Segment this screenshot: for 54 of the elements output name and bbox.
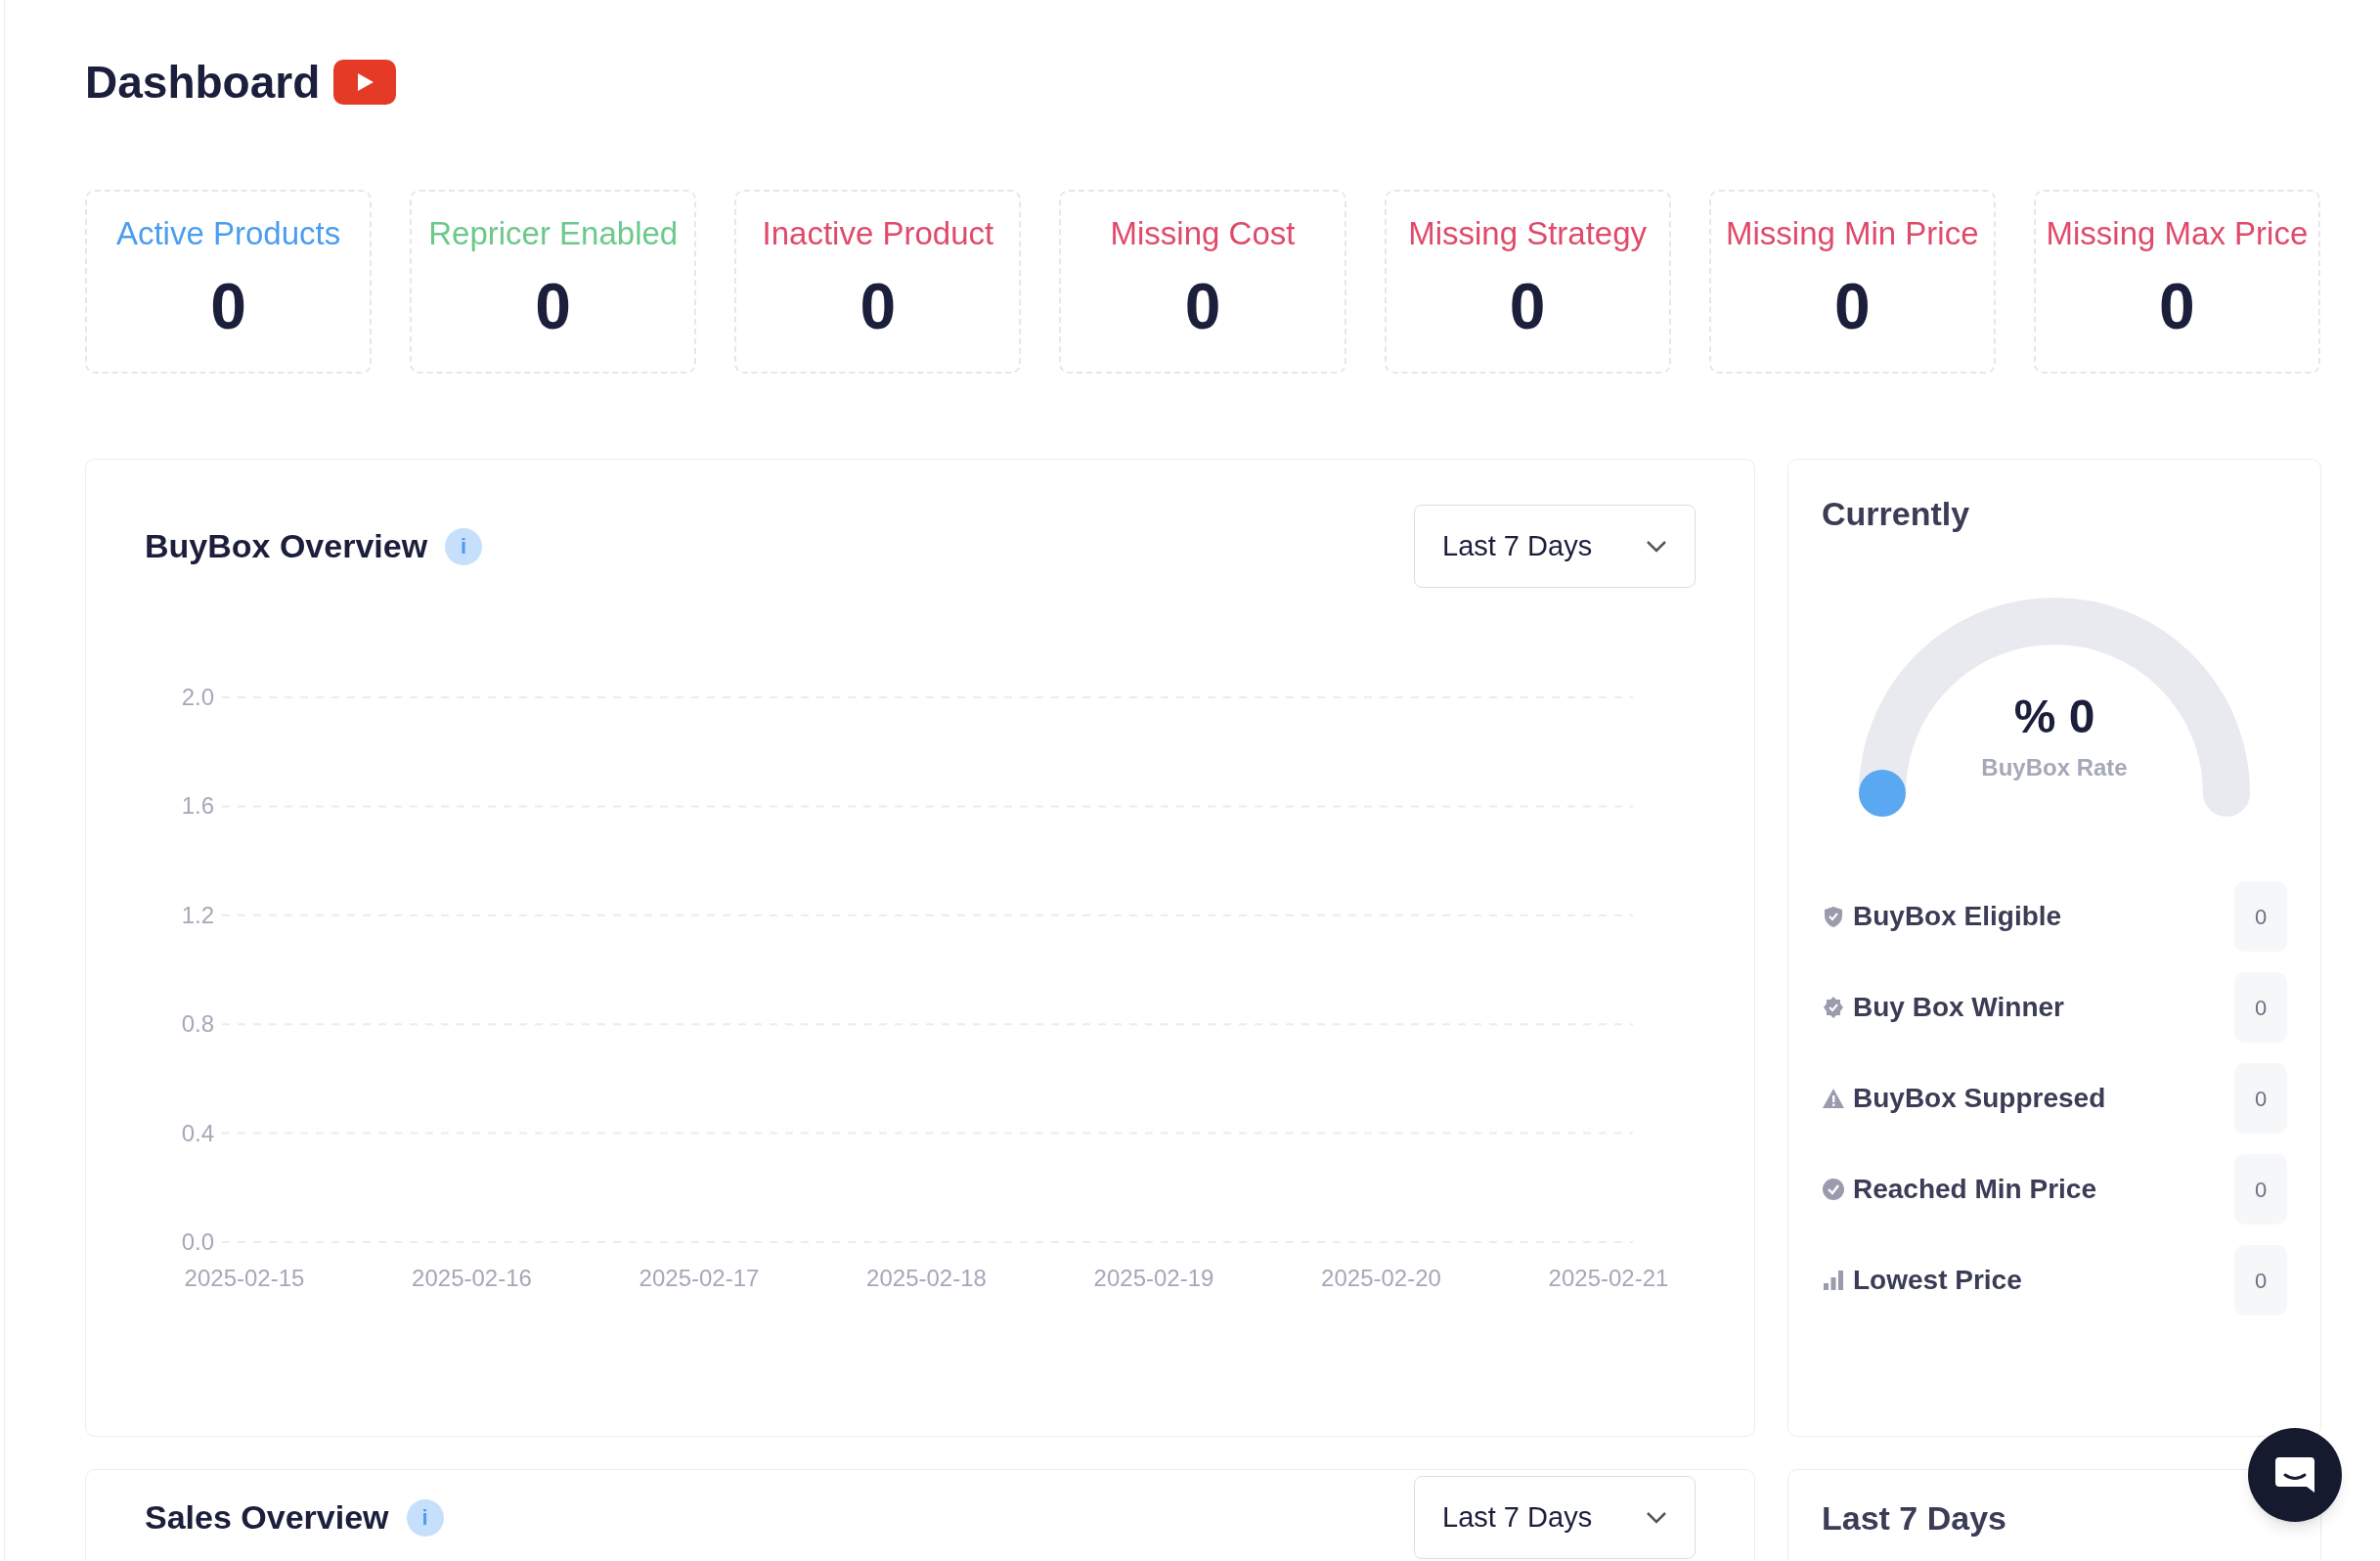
stat-value: 0	[859, 273, 897, 338]
date-range-dropdown[interactable]: Last 7 Days	[1414, 1476, 1696, 1559]
count-badge: 0	[2234, 881, 2287, 952]
badge-check-icon	[1822, 996, 1845, 1019]
chevron-down-icon	[1646, 539, 1667, 554]
x-axis-label: 2025-02-15	[184, 1265, 305, 1286]
stat-value: 0	[210, 273, 246, 338]
stat-value: 0	[2159, 273, 2195, 338]
check-circle-icon	[1822, 1178, 1845, 1201]
stat-label: Missing Max Price	[2046, 214, 2309, 253]
y-axis-label: 0.0	[181, 1228, 214, 1255]
chevron-down-icon	[1646, 1510, 1667, 1525]
count-badge: 0	[2234, 1245, 2287, 1316]
panel-title: BuyBox Overview	[145, 526, 428, 566]
stat-label: Inactive Product	[762, 214, 994, 253]
panel-title: Currently	[1822, 494, 1971, 534]
gauge-value: % 0	[2013, 693, 2095, 740]
y-axis-label: 2.0	[181, 684, 214, 710]
shield-check-icon	[1822, 905, 1845, 928]
x-axis-label: 2025-02-21	[1548, 1265, 1669, 1286]
y-axis-label: 1.6	[181, 792, 214, 820]
stat-value: 0	[1833, 273, 1871, 338]
page-title: Dashboard	[85, 55, 321, 110]
stat-value: 0	[1509, 273, 1546, 338]
x-axis-label: 2025-02-17	[639, 1265, 760, 1286]
count-badge: 0	[2234, 1063, 2287, 1134]
panel-title: Sales Overview	[145, 1497, 389, 1538]
status-label: BuyBox Eligible	[1853, 900, 2063, 933]
stat-label: Missing Min Price	[1726, 214, 1979, 253]
status-label: BuyBox Suppresed	[1853, 1082, 2107, 1115]
x-axis-label: 2025-02-20	[1321, 1265, 1441, 1286]
count-badge: 0	[2234, 1154, 2287, 1225]
stat-label: Active Products	[115, 214, 341, 253]
y-axis-label: 0.8	[181, 1010, 214, 1038]
bar-chart-icon	[1822, 1269, 1845, 1292]
y-axis-label: 1.2	[181, 901, 214, 928]
gauge-label: BuyBox Rate	[1981, 753, 2128, 782]
stat-value: 0	[1184, 273, 1221, 338]
warning-icon	[1822, 1087, 1845, 1110]
x-axis-label: 2025-02-18	[866, 1265, 987, 1286]
status-label: Buy Box Winner	[1853, 991, 2065, 1024]
stat-label: Repricer Enabled	[428, 214, 679, 253]
stat-value: 0	[535, 273, 572, 338]
x-axis-label: 2025-02-19	[1093, 1265, 1214, 1286]
panel-title: Last 7 Days	[1822, 1498, 2007, 1539]
count-badge: 0	[2234, 972, 2287, 1043]
y-axis-label: 0.4	[181, 1119, 214, 1146]
status-label: Reached Min Price	[1853, 1173, 2097, 1206]
date-range-dropdown[interactable]: Last 7 Days	[1414, 505, 1696, 588]
stat-label: Missing Strategy	[1408, 214, 1648, 253]
x-axis-label: 2025-02-16	[412, 1265, 532, 1286]
status-label: Lowest Price	[1853, 1264, 2023, 1297]
video-play-icon[interactable]	[333, 60, 397, 105]
stat-label: Missing Cost	[1110, 214, 1296, 253]
